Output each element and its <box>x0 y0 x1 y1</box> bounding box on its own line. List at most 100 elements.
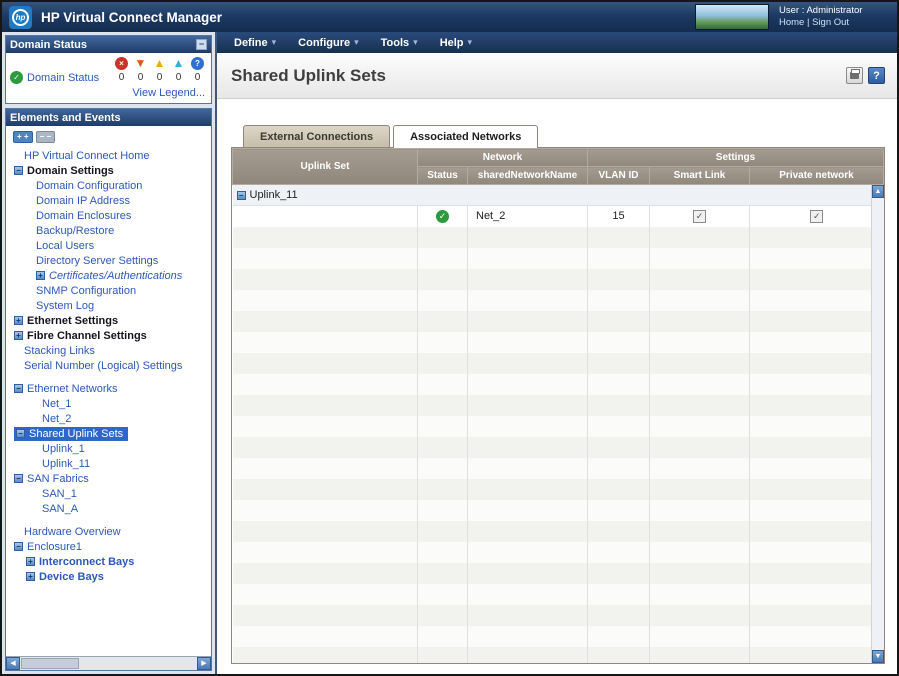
collapse-node-icon[interactable]: − <box>14 474 23 483</box>
user-links: Home | Sign Out <box>779 17 887 30</box>
expand-node-icon[interactable]: + <box>14 331 23 340</box>
tree-item-fibre-channel-settings[interactable]: + Fibre Channel Settings <box>8 328 211 343</box>
domain-status-link[interactable]: Domain Status <box>27 72 99 84</box>
table-row <box>233 605 884 626</box>
home-link[interactable]: Home <box>779 17 804 28</box>
smart-link-checkbox[interactable]: ✓ <box>693 210 706 223</box>
expand-all-button[interactable]: + + <box>13 131 33 143</box>
tree-item-hardware-overview[interactable]: Hardware Overview <box>8 524 211 539</box>
domain-status-panel: Domain Status − × ▼ ▲ ▲ ? ✓ Domain Statu… <box>5 35 212 104</box>
tree-item-san-a[interactable]: SAN_A <box>8 501 211 516</box>
collapse-node-icon[interactable]: − <box>14 542 23 551</box>
domain-status-label-row: ✓ Domain Status <box>10 71 112 84</box>
table-row <box>233 458 884 479</box>
tree-controls: + + − − <box>8 129 211 148</box>
tab-associated-networks[interactable]: Associated Networks <box>393 125 538 148</box>
uplink-group-row[interactable]: − Uplink_11 <box>233 185 884 206</box>
view-legend-link[interactable]: View Legend... <box>132 87 205 99</box>
shared-network-name-cell: Net_2 <box>468 206 588 227</box>
scroll-down-icon[interactable]: ▼ <box>872 650 884 663</box>
tree-item-stacking-links[interactable]: Stacking Links <box>8 343 211 358</box>
tree-item-net-2[interactable]: Net_2 <box>8 411 211 426</box>
tree-item-domain-enclosures[interactable]: Domain Enclosures <box>8 208 211 223</box>
tree-item-local-users[interactable]: Local Users <box>8 238 211 253</box>
table-row <box>233 647 884 665</box>
print-button[interactable] <box>846 67 863 84</box>
expand-node-icon[interactable]: + <box>26 557 35 566</box>
tree-item-ethernet-networks[interactable]: − Ethernet Networks <box>8 381 211 396</box>
uplink-group-label: Uplink_11 <box>250 189 298 201</box>
collapse-node-icon[interactable]: − <box>16 429 25 438</box>
table-row <box>233 248 884 269</box>
tree-item-enclosure1[interactable]: − Enclosure1 <box>8 539 211 554</box>
legend-row: View Legend... <box>10 87 207 99</box>
warning-count: 0 <box>150 72 169 83</box>
app-header: hp HP Virtual Connect Manager User : Adm… <box>2 2 897 32</box>
tab-external-connections[interactable]: External Connections <box>243 125 390 147</box>
tree-item-interconnect-bays[interactable]: + Interconnect Bays <box>8 554 211 569</box>
menu-configure[interactable]: Configure ▾ <box>287 37 369 49</box>
tree-item-certificates-authentications[interactable]: + Certificates/Authentications <box>8 268 211 283</box>
table-vertical-scrollbar[interactable]: ▲ ▼ <box>871 185 884 663</box>
tree-item-san-fabrics[interactable]: − SAN Fabrics <box>8 471 211 486</box>
hp-logo-text: hp <box>12 9 29 26</box>
tree-item-net-1[interactable]: Net_1 <box>8 396 211 411</box>
private-network-checkbox[interactable]: ✓ <box>810 210 823 223</box>
tree-item-backup-restore[interactable]: Backup/Restore <box>8 223 211 238</box>
app-title: HP Virtual Connect Manager <box>41 10 222 25</box>
tree-item-ethernet-settings[interactable]: + Ethernet Settings <box>8 313 211 328</box>
domain-status-body: × ▼ ▲ ▲ ? ✓ Domain Status 0 0 0 0 0 <box>6 53 211 103</box>
tree-item-domain-ip-address[interactable]: Domain IP Address <box>8 193 211 208</box>
tree-item-shared-uplink-sets[interactable]: − Shared Uplink Sets <box>8 426 211 441</box>
content-area: External Connections Associated Networks… <box>217 99 897 674</box>
table-row <box>233 269 884 290</box>
menu-help[interactable]: Help ▾ <box>429 37 483 49</box>
tree-item-san-1[interactable]: SAN_1 <box>8 486 211 501</box>
tree-item-vc-home[interactable]: HP Virtual Connect Home <box>8 148 211 163</box>
collapse-panel-icon[interactable]: − <box>196 39 207 50</box>
collapse-group-icon[interactable]: − <box>237 191 246 200</box>
scroll-right-icon[interactable]: ▶ <box>197 657 211 670</box>
tree-item-uplink-1[interactable]: Uplink_1 <box>8 441 211 456</box>
header-right: User : Administrator Home | Sign Out <box>695 4 897 30</box>
tree-spacer <box>8 516 211 524</box>
tabs: External Connections Associated Networks <box>231 125 885 147</box>
menu-tools[interactable]: Tools ▾ <box>370 37 429 49</box>
signout-link[interactable]: Sign Out <box>812 17 849 28</box>
scrollbar-thumb[interactable] <box>21 658 79 669</box>
column-header-uplink-set: Uplink Set <box>233 149 418 185</box>
sidebar-horizontal-scrollbar[interactable]: ◀ ▶ <box>6 656 211 670</box>
scroll-up-icon[interactable]: ▲ <box>872 185 884 198</box>
table-row <box>233 437 884 458</box>
scroll-left-icon[interactable]: ◀ <box>6 657 20 670</box>
help-button[interactable]: ? <box>868 67 885 84</box>
selected-tree-item: − Shared Uplink Sets <box>14 427 128 441</box>
tree-item-directory-server-settings[interactable]: Directory Server Settings <box>8 253 211 268</box>
collapse-node-icon[interactable]: − <box>14 166 23 175</box>
table-row <box>233 353 884 374</box>
domain-status-grid: × ▼ ▲ ▲ ? ✓ Domain Status 0 0 0 0 0 <box>10 55 207 84</box>
expand-node-icon[interactable]: + <box>36 271 45 280</box>
expand-node-icon[interactable]: + <box>14 316 23 325</box>
collapse-node-icon[interactable]: − <box>14 384 23 393</box>
warning-status-icon: ▲ <box>154 57 166 69</box>
severe-status-icon: ▼ <box>135 57 147 69</box>
domain-status-panel-header: Domain Status − <box>6 36 211 53</box>
elements-events-title: Elements and Events <box>10 112 121 124</box>
tree-item-domain-configuration[interactable]: Domain Configuration <box>8 178 211 193</box>
network-row[interactable]: ✓ Net_2 15 ✓ ✓ <box>233 206 884 227</box>
collapse-all-button[interactable]: − − <box>36 131 56 143</box>
tree-spacer <box>8 373 211 381</box>
associated-networks-table-wrap: Uplink Set Network Settings Status share… <box>231 147 885 664</box>
tree-item-snmp-configuration[interactable]: SNMP Configuration <box>8 283 211 298</box>
table-row <box>233 227 884 248</box>
menu-define[interactable]: Define ▾ <box>223 37 287 49</box>
tree-item-uplink-11[interactable]: Uplink_11 <box>8 456 211 471</box>
expand-node-icon[interactable]: + <box>26 572 35 581</box>
tree-item-device-bays[interactable]: + Device Bays <box>8 569 211 584</box>
hp-logo: hp <box>9 6 32 29</box>
link-separator: | <box>807 17 809 28</box>
tree-item-domain-settings[interactable]: − Domain Settings <box>8 163 211 178</box>
tree-item-system-log[interactable]: System Log <box>8 298 211 313</box>
tree-item-serial-number-settings[interactable]: Serial Number (Logical) Settings <box>8 358 211 373</box>
